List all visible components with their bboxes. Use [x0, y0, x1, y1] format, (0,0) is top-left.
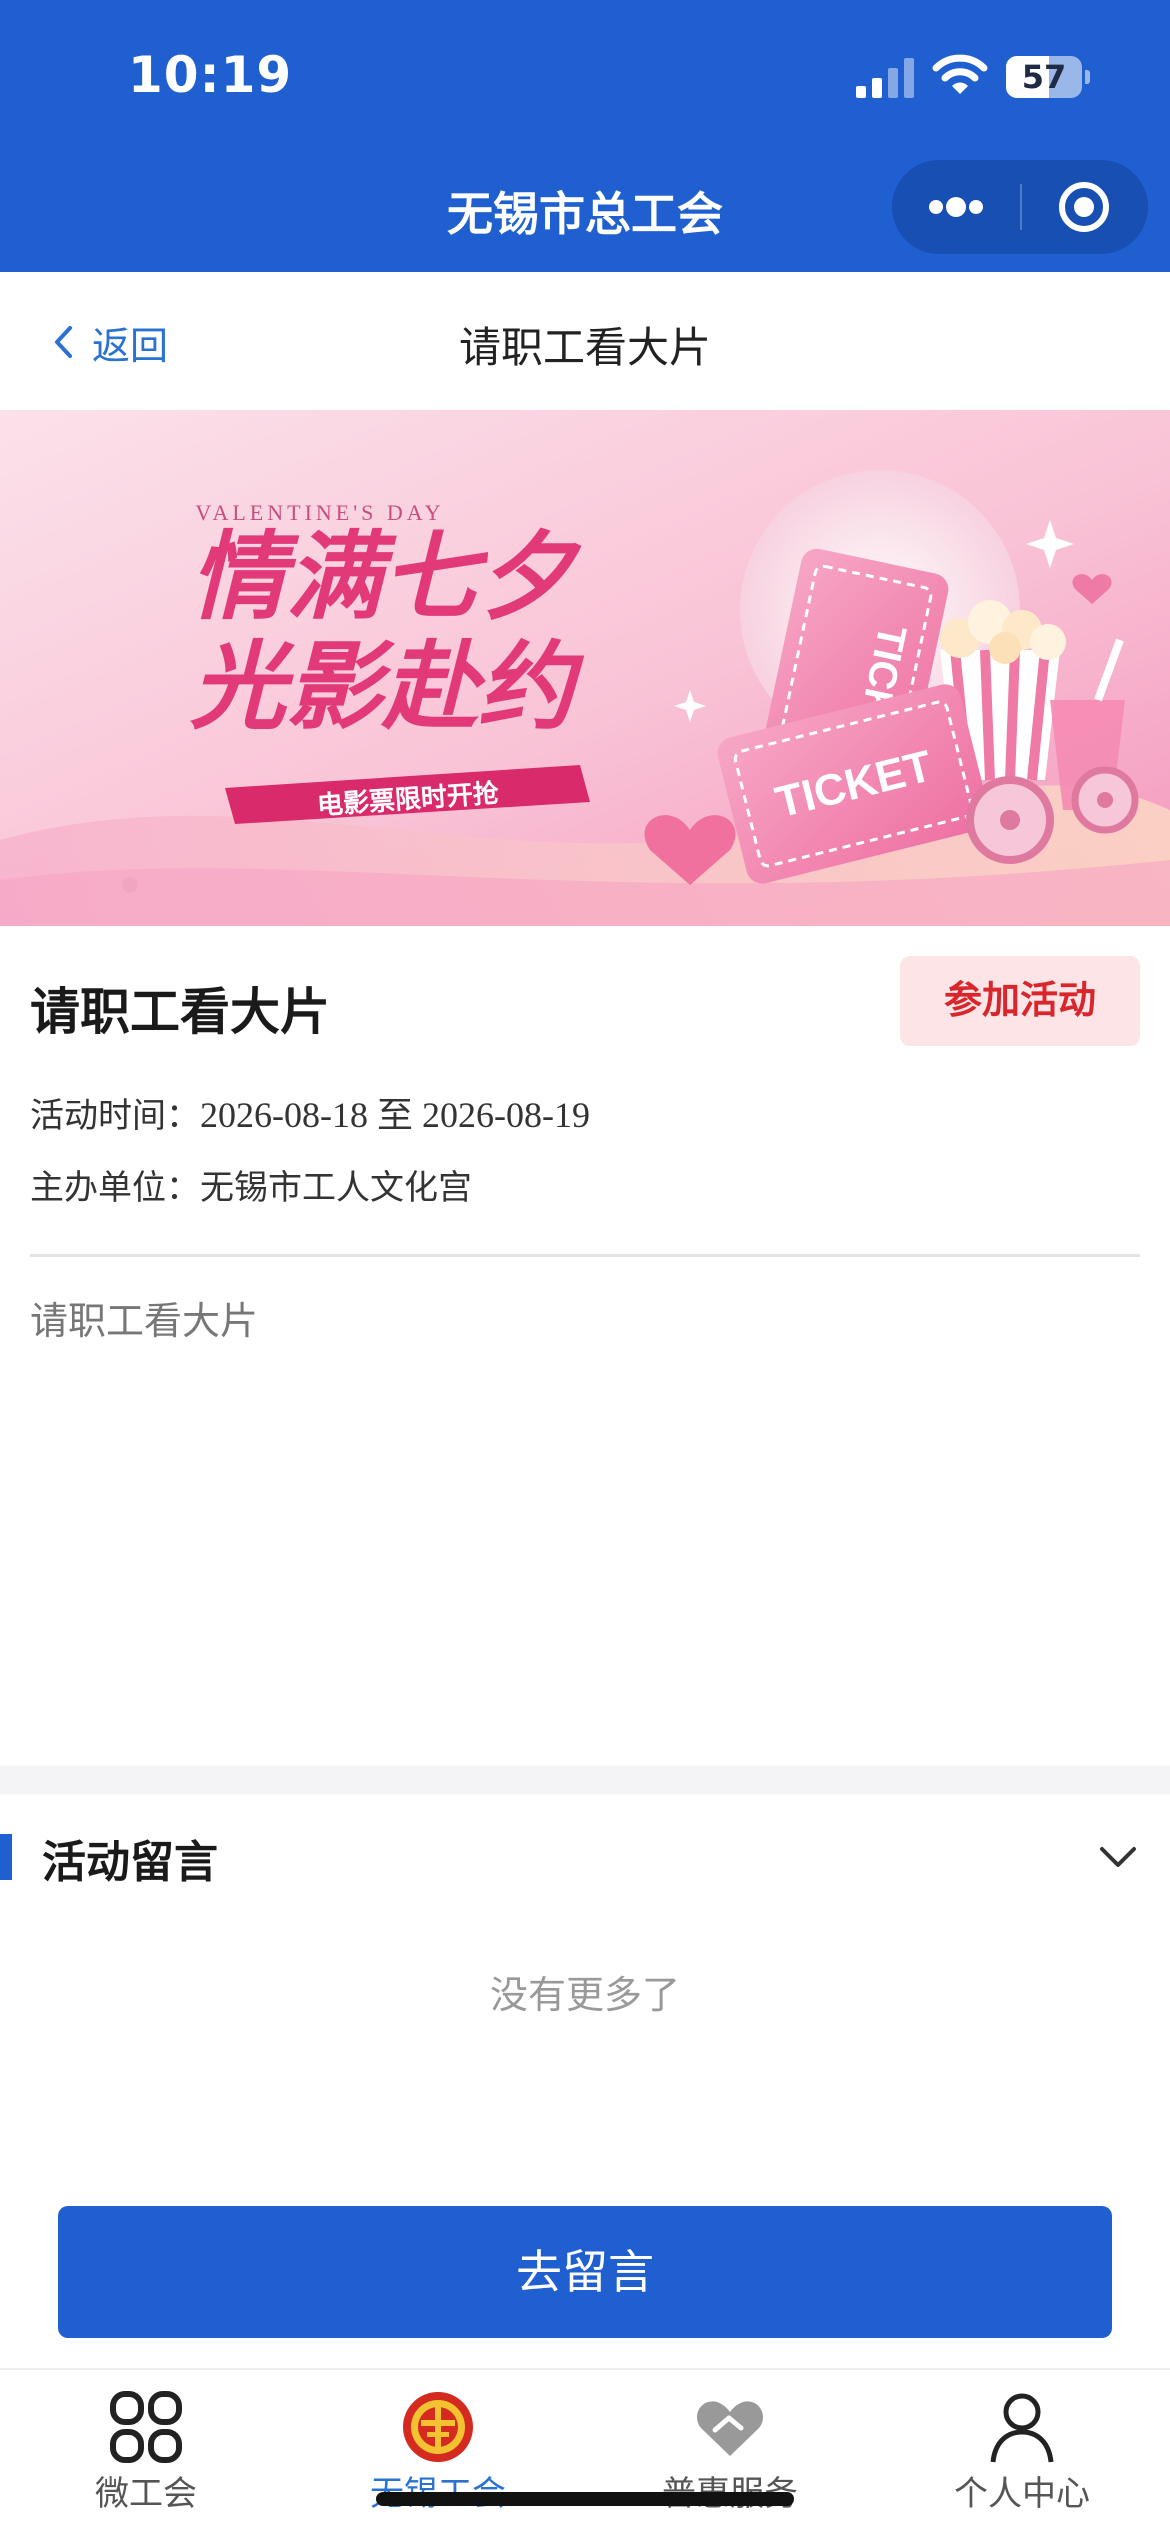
section-gap	[0, 1766, 1170, 1794]
battery-icon: 57	[1006, 56, 1090, 98]
organizer-value: 无锡市工人文化宫	[200, 1168, 472, 1208]
activity-description: 请职工看大片	[30, 1299, 259, 1343]
status-time: 10:19	[128, 46, 293, 104]
top-bar: 10:19 57 无锡市总工会	[0, 0, 1170, 272]
tab-weigonghui[interactable]: 微工会	[0, 2370, 292, 2532]
tab-puhui-service[interactable]: 普惠服务	[584, 2370, 876, 2532]
tab-label: 普惠服务	[584, 2466, 876, 2515]
tab-label: 个人中心	[954, 2474, 1090, 2514]
tab-personal-center[interactable]: 个人中心	[876, 2370, 1168, 2532]
tab-bar: 微工会 无锡工会 普惠服务 个人中心	[0, 2368, 1170, 2532]
nav-bar: 返回 请职工看大片	[0, 272, 1170, 410]
home-indicator	[376, 2492, 794, 2506]
activity-banner: TICKE TICKET VALENTINE'S DAY 情满七夕 光影赴约 电…	[0, 410, 1170, 926]
banner-headline-line1: 情满七夕	[190, 521, 582, 633]
person-icon	[990, 2393, 1054, 2463]
battery-percent: 57	[1021, 58, 1067, 96]
banner-image: TICKE TICKET VALENTINE'S DAY 情满七夕 光影赴约 电…	[0, 410, 1170, 926]
comments-section-title: 活动留言	[42, 1837, 218, 1888]
activity-time-value: 2026-08-18 至 2026-08-19	[200, 1095, 590, 1135]
section-accent-bar	[0, 1834, 12, 1880]
tab-wuxi-union[interactable]: 无锡工会	[292, 2370, 584, 2532]
grid-icon	[110, 2391, 182, 2463]
divider	[30, 1254, 1140, 1257]
cellular-signal-icon	[856, 58, 914, 98]
more-icon[interactable]	[892, 160, 1020, 254]
heart-hand-icon	[696, 2401, 764, 2456]
mini-program-capsule	[892, 160, 1148, 254]
organizer-label: 主办单位：	[30, 1168, 200, 1208]
activity-time-label: 活动时间：	[30, 1096, 200, 1136]
leave-comment-button[interactable]: 去留言	[58, 2206, 1112, 2338]
tab-label: 无锡工会	[292, 2466, 584, 2515]
activity-title: 请职工看大片	[30, 983, 330, 1041]
union-logo-icon	[403, 2392, 473, 2462]
comments-section-header[interactable]: 活动留言	[0, 1794, 1170, 1924]
no-more-text: 没有更多了	[489, 1973, 680, 2017]
join-activity-button[interactable]: 参加活动	[900, 956, 1140, 1046]
chevron-down-icon[interactable]	[1098, 1844, 1138, 1870]
activity-time-row: 活动时间：2026-08-18 至 2026-08-19	[30, 1086, 590, 1138]
close-program-icon[interactable]	[1022, 160, 1148, 254]
tab-label: 微工会	[95, 2474, 197, 2514]
page-title: 请职工看大片	[458, 323, 711, 372]
banner-headline-line2: 光影赴约	[190, 631, 585, 743]
wifi-icon	[932, 54, 988, 94]
organizer-row: 主办单位：无锡市工人文化宫	[30, 1160, 472, 1209]
